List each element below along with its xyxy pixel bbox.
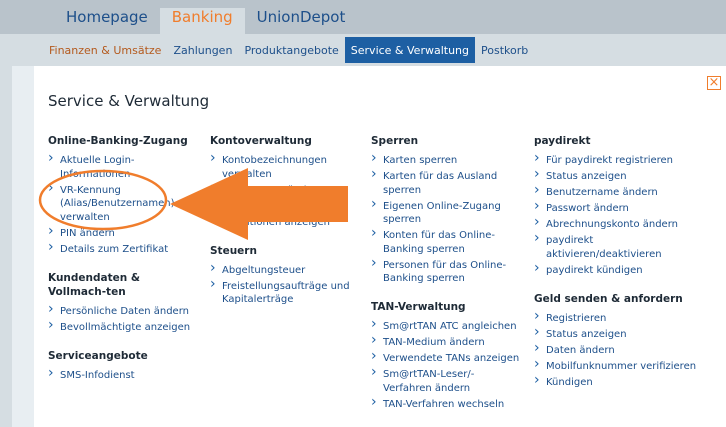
- menu-link[interactable]: Kündigen: [534, 374, 704, 390]
- panel-title: Service & Verwaltung: [48, 92, 210, 110]
- tab-banking[interactable]: Banking: [159, 8, 245, 34]
- group-heading: Geld senden & anfordern: [534, 292, 683, 305]
- menu-link[interactable]: Karten für das Ausland sperren: [371, 168, 521, 197]
- menu-link[interactable]: SMS-Infodienst: [48, 367, 198, 383]
- menu-link[interactable]: Status anzeigen: [534, 168, 704, 184]
- menu-column-2: Kontoverwaltung Kontobezeichnungen verwa…: [210, 134, 350, 309]
- menu-link[interactable]: Konten für das Online-Banking sperren: [371, 227, 521, 256]
- menu-link[interactable]: Details zum Zertifikat: [48, 241, 198, 257]
- menu-link[interactable]: PIN ändern: [48, 225, 198, 241]
- group-heading: Online-Banking-Zugang: [48, 135, 188, 147]
- menu-link[interactable]: Konditionen ändern: [210, 198, 350, 214]
- menu-link[interactable]: Benutzername ändern: [534, 184, 704, 200]
- menu-link[interactable]: Sm@rtTAN-Leser/-Verfahren ändern: [371, 366, 521, 395]
- tab-homepage[interactable]: Homepage: [54, 8, 160, 34]
- menu-link[interactable]: Mobilfunknummer verifizieren: [534, 358, 704, 374]
- menu-link[interactable]: Abrechnungskonto ändern: [534, 216, 704, 232]
- left-gutter-inner: [12, 66, 34, 427]
- sub-navigation-bar: Finanzen & Umsätze Zahlungen Produktange…: [0, 34, 726, 66]
- menu-link[interactable]: paydirekt kündigen: [534, 262, 704, 278]
- menu-link[interactable]: Daten ändern: [534, 342, 704, 358]
- menu-link[interactable]: Konditionen anzeigen: [210, 214, 350, 230]
- menu-link[interactable]: Kontobezeichnungen verwalten: [210, 152, 350, 181]
- menu-link[interactable]: Sm@rtTAN ATC angleichen: [371, 318, 521, 334]
- menu-link[interactable]: Eigenen Online-Zugang sperren: [371, 198, 521, 227]
- menu-link[interactable]: TAN-Medium ändern: [371, 334, 521, 350]
- menu-link[interactable]: Bevollmächtigte anzeigen: [48, 319, 198, 335]
- menu-link[interactable]: Registrieren: [534, 310, 704, 326]
- top-navigation-bar: Homepage Banking UnionDepot: [0, 0, 726, 34]
- group-heading: Kundendaten & Vollmach-ten: [48, 271, 141, 298]
- subnav-produktangebote[interactable]: Produktangebote: [238, 37, 344, 63]
- group-heading: Serviceangebote: [48, 349, 148, 362]
- menu-link[interactable]: Personen für das Online-Banking sperren: [371, 257, 521, 286]
- menu-link[interactable]: Freistellungsaufträge und Kapitalerträge: [210, 278, 350, 307]
- menu-link[interactable]: Status anzeigen: [534, 326, 704, 342]
- tab-uniondepot[interactable]: UnionDepot: [245, 8, 358, 34]
- menu-link[interactable]: Karten sperren: [371, 152, 521, 168]
- group-heading: Sperren: [371, 135, 419, 147]
- menu-link[interactable]: Verwendete TANs anzeigen: [371, 350, 521, 366]
- menu-column-1: Online-Banking-Zugang Aktuelle Login-Inf…: [48, 134, 198, 385]
- menu-link[interactable]: TAN-Verfahren wechseln: [371, 396, 521, 412]
- menu-column-3: Sperren Karten sperren Karten für das Au…: [371, 134, 521, 414]
- menu-link[interactable]: Persönliche Daten ändern: [48, 303, 198, 319]
- close-icon[interactable]: ×: [707, 76, 721, 90]
- menu-link[interactable]: Aktuelle Login-Informationen: [48, 152, 198, 181]
- menu-link[interactable]: Für paydirekt registrieren: [534, 152, 704, 168]
- group-heading: Kontoverwaltung: [210, 135, 312, 147]
- subnav-finanzen-umsaetze[interactable]: Finanzen & Umsätze: [43, 37, 167, 63]
- subnav-zahlungen[interactable]: Zahlungen: [167, 37, 238, 63]
- menu-link[interactable]: Passwort ändern: [534, 200, 704, 216]
- group-heading: Steuern: [210, 244, 257, 257]
- menu-link[interactable]: Tagesgrenze ändern: [210, 182, 350, 198]
- menu-link[interactable]: VR-Kennung (Alias/Benutzernamen) verwalt…: [48, 182, 198, 225]
- group-heading: TAN-Verwaltung: [371, 301, 466, 313]
- subnav-service-verwaltung[interactable]: Service & Verwaltung: [344, 37, 475, 63]
- menu-link[interactable]: paydirekt aktivieren/deaktivieren: [534, 232, 704, 261]
- subnav-postkorb[interactable]: Postkorb: [475, 37, 534, 63]
- left-gutter: [0, 66, 12, 427]
- group-heading: paydirekt: [534, 135, 591, 147]
- menu-link[interactable]: Abgeltungsteuer: [210, 262, 350, 278]
- menu-column-4: paydirekt Für paydirekt registrieren Sta…: [534, 134, 704, 392]
